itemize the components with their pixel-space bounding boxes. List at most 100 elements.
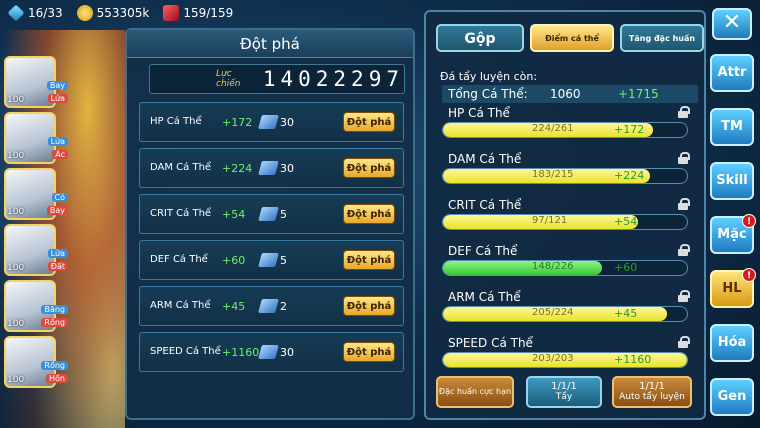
hero-type-tag: Rồng [41, 361, 68, 370]
side-tab-gen[interactable]: Gen [710, 378, 754, 416]
training-stat-values: 203/203 [532, 353, 574, 364]
close-button[interactable]: ✕ [712, 8, 752, 40]
total-bonus: +1715 [618, 87, 659, 101]
resource-bar: 16/33 553305k 159/159 [0, 0, 420, 26]
training-stat-bonus: +1160 [614, 353, 652, 366]
breakthrough-row: CRIT Cá Thể +54 5 Đột phá [139, 194, 404, 234]
lock-icon[interactable] [678, 336, 690, 348]
energy-count: 159/159 [183, 6, 234, 20]
total-value: 1060 [550, 87, 581, 101]
hero-level: 100 [7, 319, 25, 329]
hero-slot[interactable]: 100 Bay Lửa [4, 56, 68, 108]
training-panel: Gộp Điểm cá thể Tăng đặc huấn Đá tẩy luy… [424, 10, 706, 420]
hero-slot[interactable]: 100 Lửa Ác [4, 112, 68, 164]
stat-cost: 5 [280, 254, 287, 267]
wash-ratio: 1/1/1 [551, 381, 577, 392]
training-stat-row: DAM Cá Thể 183/215 +224 [442, 152, 692, 196]
side-tab-tm[interactable]: TM [710, 108, 754, 146]
hero-level: 100 [7, 375, 25, 385]
total-individual-box: Tổng Cá Thể: 1060 +1715 [442, 85, 698, 103]
training-stat-name: CRIT Cá Thể [448, 198, 522, 212]
lock-icon[interactable] [678, 244, 690, 256]
side-tab-attr[interactable]: Attr [710, 54, 754, 92]
breakthrough-stone-icon [258, 207, 279, 221]
lock-icon[interactable] [678, 198, 690, 210]
hero-level: 100 [7, 207, 25, 217]
breakthrough-button[interactable]: Đột phá [343, 158, 395, 178]
training-stat-bonus: +224 [614, 169, 645, 182]
stat-cost: 30 [280, 346, 294, 359]
training-stat-values: 97/121 [532, 215, 568, 226]
training-stat-name: DEF Cá Thể [448, 244, 518, 258]
side-tab-hóa[interactable]: Hóa [710, 324, 754, 362]
gold-count: 553305k [96, 6, 150, 20]
breakthrough-row: HP Cá Thể +172 30 Đột phá [139, 102, 404, 142]
lock-icon[interactable] [678, 152, 690, 164]
hero-type-tag: Bay [46, 81, 68, 90]
training-stat-name: SPEED Cá Thể [448, 336, 533, 350]
side-tab-label: HL [722, 281, 742, 296]
stat-name: HP Cá Thể [150, 116, 202, 127]
wash-label: Tẩy [555, 392, 573, 402]
hero-slot[interactable]: 100 Lửa Đất [4, 224, 68, 276]
tab-individual-points[interactable]: Điểm cá thể [530, 24, 614, 52]
breakthrough-row: DAM Cá Thể +224 30 Đột phá [139, 148, 404, 188]
tab-special-training[interactable]: Tăng đặc huấn [620, 24, 704, 52]
stat-name: CRIT Cá Thể [150, 208, 212, 219]
alert-badge: ! [742, 268, 756, 282]
side-tab-label: Gen [717, 389, 747, 404]
training-stat-row: CRIT Cá Thể 97/121 +54 [442, 198, 692, 242]
hero-slot[interactable]: 100 Rồng Hồn [4, 336, 68, 388]
training-stat-row: SPEED Cá Thể 203/203 +1160 [442, 336, 692, 380]
training-stat-bonus: +45 [614, 307, 638, 320]
tab-merge[interactable]: Gộp [436, 24, 524, 52]
training-stat-name: HP Cá Thể [448, 106, 510, 120]
side-tab-skill[interactable]: Skill [710, 162, 754, 200]
hero-column: 100 Bay Lửa 100 Lửa Ác 100 Cỏ Bay 100 Lử… [0, 30, 125, 428]
training-stat-name: DAM Cá Thể [448, 152, 522, 166]
breakthrough-button[interactable]: Đột phá [343, 296, 395, 316]
lock-icon[interactable] [678, 290, 690, 302]
breakthrough-button[interactable]: Đột phá [343, 204, 395, 224]
hero-type-tag: Ác [52, 150, 68, 159]
training-stat-bonus: +172 [614, 123, 645, 136]
total-label: Tổng Cá Thể: [448, 87, 528, 101]
stat-name: DEF Cá Thể [150, 254, 208, 265]
breakthrough-button[interactable]: Đột phá [343, 342, 395, 362]
hero-level: 100 [7, 263, 25, 273]
auto-wash-ratio: 1/1/1 [639, 381, 665, 392]
stat-bonus: +54 [222, 208, 246, 221]
stat-name: DAM Cá Thể [150, 162, 212, 173]
side-tab-hl[interactable]: HL! [710, 268, 756, 308]
side-tab-label: Skill [716, 173, 748, 188]
hero-type-tag: Lửa [47, 249, 68, 258]
stat-cost: 5 [280, 208, 287, 221]
special-training-button[interactable]: Đặc huấn cực hạn [436, 376, 514, 408]
side-tab-mặc[interactable]: Mặc! [710, 214, 756, 254]
stat-bonus: +60 [222, 254, 246, 267]
training-stat-values: 183/215 [532, 169, 574, 180]
breakthrough-button[interactable]: Đột phá [343, 250, 395, 270]
stat-cost: 30 [280, 162, 294, 175]
training-stat-row: HP Cá Thể 224/261 +172 [442, 106, 692, 150]
breakthrough-stone-icon [258, 299, 279, 313]
side-tab-label: TM [721, 119, 743, 134]
alert-badge: ! [742, 214, 756, 228]
lock-icon[interactable] [678, 106, 690, 118]
stat-bonus: +1160 [222, 346, 260, 359]
stat-name: SPEED Cá Thể [150, 346, 221, 357]
hero-slot[interactable]: 100 Cỏ Bay [4, 168, 68, 220]
wash-button[interactable]: 1/1/1 Tẩy [526, 376, 602, 408]
gem-icon [7, 4, 25, 22]
coin-icon [76, 5, 93, 21]
combat-power-box: Lực chiến 14022297 [149, 64, 405, 94]
breakthrough-button[interactable]: Đột phá [343, 112, 395, 132]
stat-bonus: +45 [222, 300, 246, 313]
stat-bonus: +224 [222, 162, 253, 175]
training-stat-row: ARM Cá Thể 205/224 +45 [442, 290, 692, 334]
auto-wash-button[interactable]: 1/1/1 Auto tẩy luyện [612, 376, 692, 408]
breakthrough-row: DEF Cá Thể +60 5 Đột phá [139, 240, 404, 280]
hero-slot[interactable]: 100 Băng Rồng [4, 280, 68, 332]
gem-resource: 16/33 [7, 4, 63, 22]
combat-power-value: 14022297 [262, 67, 404, 91]
